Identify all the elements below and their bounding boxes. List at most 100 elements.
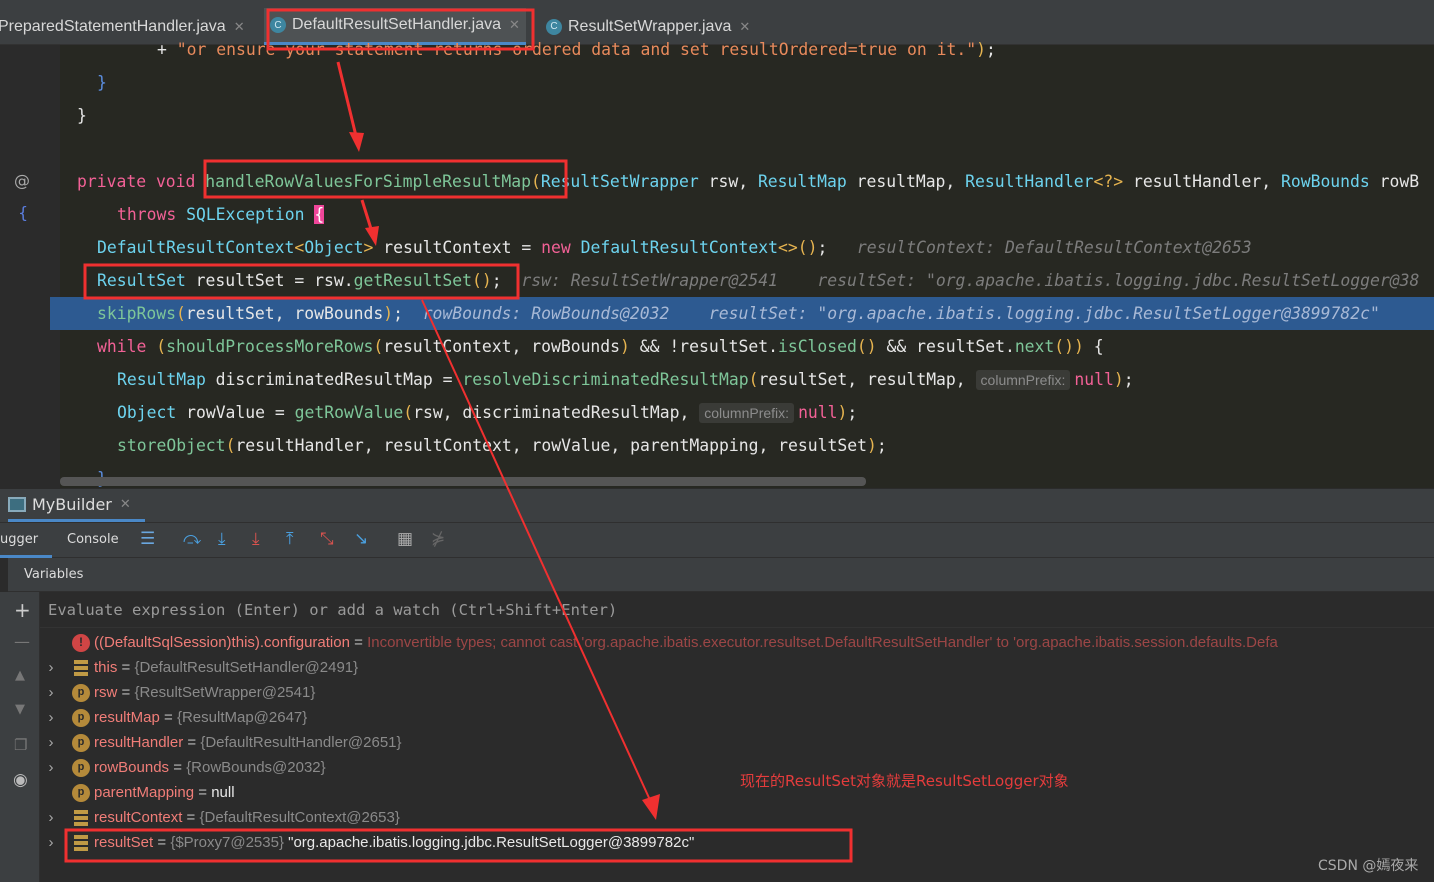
equals: = [153, 834, 171, 851]
code-token: Object [117, 403, 177, 422]
trace-icon[interactable]: ⋡ [431, 529, 445, 549]
code-line: } [77, 99, 87, 132]
variable-value: {DefaultResultContext@2653} [199, 809, 400, 826]
expand-chevron-icon[interactable]: › [40, 830, 62, 855]
code-token: shouldProcessMoreRows [166, 337, 374, 356]
breadcrumb [0, 0, 1434, 8]
close-icon[interactable]: ✕ [120, 497, 131, 512]
code-token: ()) [1054, 337, 1084, 356]
code-token: resultSet, resultMap, [758, 370, 976, 389]
variable-row[interactable]: › p resultHandler = {DefaultResultHandler@… [40, 730, 402, 755]
evaluate-expression-input[interactable]: Evaluate expression (Enter) or add a wat… [40, 592, 1434, 628]
variable-row[interactable]: › p rowBounds = {RowBounds@2032} [40, 755, 326, 780]
tab-console[interactable]: Console [67, 532, 119, 547]
run-to-cursor-icon[interactable]: ↘ [354, 529, 368, 549]
move-down-icon[interactable]: ▼ [15, 702, 25, 717]
code-token: ; [985, 40, 996, 59]
code-line: skipRows(resultSet, rowBounds); rowBound… [97, 297, 1380, 330]
copy-icon[interactable]: ❐ [14, 736, 27, 754]
expand-chevron-icon[interactable]: › [40, 680, 62, 705]
code-token: ; [876, 436, 887, 455]
code-line: + "or ensure your statement returns orde… [157, 33, 996, 66]
variable-row[interactable]: › resultSet = {$Proxy7@2535} "org.apache.… [40, 830, 695, 855]
remove-watch-icon[interactable]: — [14, 632, 30, 651]
variable-row[interactable]: › p resultMap = {ResultMap@2647} [40, 705, 307, 730]
equals: = [182, 809, 200, 826]
debug-toolbar: ugger Console ☰ ⤼ ⤓ ⤓ ⤒ ⤡ ↘ ▦ ⋡ [0, 522, 1434, 558]
add-watch-icon[interactable]: + [14, 598, 31, 622]
variable-value: {DefaultResultSetHandler@2491} [134, 659, 359, 676]
code-token: ( [156, 337, 167, 356]
variable-row[interactable]: › resultContext = {DefaultResultContext@2… [40, 805, 400, 830]
tab-mybuilder[interactable]: MyBuilder ✕ [8, 489, 145, 522]
tab-label: MyBuilder [32, 494, 112, 514]
tab-label: DefaultResultSetHandler.java [292, 16, 502, 33]
equals: = [169, 759, 187, 776]
expand-chevron-icon[interactable]: › [40, 730, 62, 755]
move-up-icon[interactable]: ▲ [15, 668, 25, 683]
expand-chevron-icon[interactable]: › [40, 705, 62, 730]
code-token: rsw, [698, 172, 758, 191]
variable-row[interactable]: › p rsw = {ResultSetWrapper@2541} [40, 680, 315, 705]
variable-name: resultContext [94, 809, 183, 826]
code-token: ( [373, 337, 384, 356]
code-token: ResultHandler [965, 172, 1094, 191]
code-token: + [157, 40, 177, 59]
watches-eye-icon[interactable]: ◉ [13, 770, 28, 790]
expand-chevron-icon[interactable]: › [40, 805, 62, 830]
code-token: resultMap, [846, 172, 966, 191]
code-token: () [856, 337, 877, 356]
code-token: getRowValue [294, 403, 404, 422]
equals: = [117, 659, 135, 676]
drop-frame-icon[interactable]: ⤡ [320, 529, 334, 549]
code-token: throws [117, 205, 187, 224]
variable-name: rowBounds [94, 759, 170, 776]
horizontal-scrollbar[interactable] [60, 477, 866, 486]
threads-menu-icon[interactable]: ☰ [140, 529, 155, 549]
variable-value: {ResultMap@2647} [176, 709, 308, 726]
variable-name: resultMap [94, 709, 160, 726]
brace-icon: { [18, 203, 29, 222]
close-icon[interactable]: ✕ [509, 17, 520, 33]
variable-value: Inconvertible types; cannot cast 'org.ap… [367, 634, 1278, 651]
code-token: ) [1113, 370, 1124, 389]
parameter-icon: p [72, 708, 90, 727]
code-token: rowValue = [176, 403, 295, 422]
code-token: DefaultResultContext [97, 238, 295, 257]
code-token: isClosed [777, 337, 857, 356]
variable-row[interactable]: ! ((DefaultSqlSession)this).configuration… [40, 630, 1278, 655]
evaluate-calculator-icon[interactable]: ▦ [397, 529, 413, 549]
step-into-icon[interactable]: ⤓ [218, 529, 226, 549]
variable-row[interactable]: p parentMapping = null [40, 780, 235, 805]
field-icon [74, 659, 88, 676]
tab-debugger[interactable]: ugger [0, 523, 52, 558]
code-token: discriminatedResultMap = [205, 370, 463, 389]
variable-row[interactable]: › this = {DefaultResultSetHandler@2491} [40, 655, 359, 680]
code-token: skipRows [97, 304, 176, 323]
code-token: Object [304, 238, 364, 257]
code-token: ; [1123, 370, 1134, 389]
code-editor[interactable]: @ { + "or ensure your statement returns … [0, 40, 1434, 488]
expand-chevron-icon[interactable]: › [40, 755, 62, 780]
step-out-icon[interactable]: ⤒ [286, 529, 294, 549]
code-token: > [363, 238, 374, 257]
code-token: getResultSet [353, 271, 472, 290]
step-over-icon[interactable]: ⤼ [183, 529, 201, 549]
window-icon [8, 496, 26, 512]
expand-chevron-icon[interactable]: › [40, 655, 62, 680]
code-token: storeObject [117, 436, 226, 455]
class-icon: C [270, 17, 286, 33]
code-token: SQLException [186, 205, 305, 224]
code-token: && !resultSet. [629, 337, 778, 356]
code-token: ResultSetWrapper [540, 172, 699, 191]
code-token: rowB [1369, 172, 1420, 191]
code-line: ResultSet resultSet = rsw.getResultSet()… [97, 264, 1419, 297]
code-token: ( [403, 403, 414, 422]
inline-debug-value: rsw: ResultSetWrapper@2541 resultSet: "o… [501, 271, 1420, 290]
code-token: ) [976, 40, 986, 59]
watermark: CSDN @嫣夜来 [1318, 858, 1419, 874]
code-line: while (shouldProcessMoreRows(resultConte… [97, 330, 1104, 363]
parameter-icon: p [72, 683, 90, 702]
force-step-into-icon[interactable]: ⤓ [252, 529, 260, 549]
equals: = [117, 684, 135, 701]
